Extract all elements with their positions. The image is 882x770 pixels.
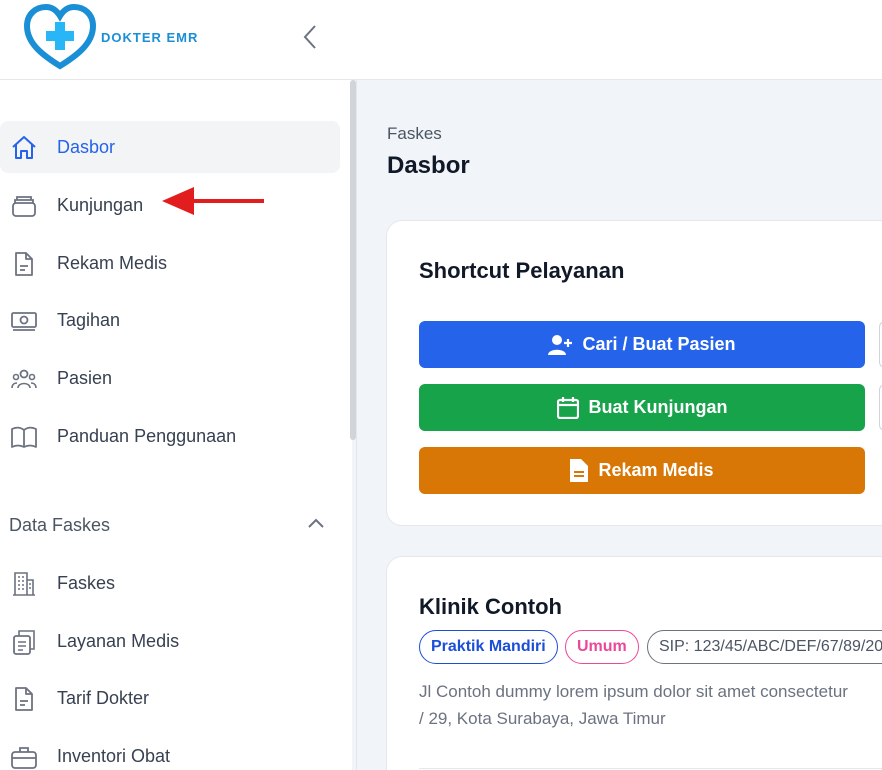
file-icon (570, 459, 589, 482)
page-title: Dasbor (387, 152, 470, 179)
top-bar: DOKTER EMR (0, 0, 882, 80)
clinic-name: Klinik Contoh (419, 594, 562, 619)
user-plus-icon (548, 334, 573, 355)
brand-name: DOKTER EMR (101, 30, 199, 45)
sidebar-item-label: Pasien (57, 367, 113, 388)
find-create-patient-button[interactable]: Cari / Buat Pasien (419, 321, 865, 368)
sidebar-item-label: Tarif Dokter (57, 687, 150, 708)
document-icon (10, 250, 38, 278)
arrow-annotation-icon (162, 187, 264, 215)
shortcut-title: Shortcut Pelayanan (419, 258, 625, 283)
sidebar-item-label: Layanan Medis (57, 630, 180, 651)
chevron-up-icon[interactable] (306, 514, 326, 534)
sidebar-item-label: Dasbor (57, 136, 116, 157)
sidebar-item-dasbor[interactable]: Dasbor (0, 121, 340, 173)
collapse-sidebar-button[interactable] (296, 22, 324, 52)
box-icon (10, 192, 38, 220)
sidebar-item-inventori-obat[interactable]: Inventori Obat (0, 730, 340, 770)
sidebar-item-tagihan[interactable]: Tagihan (0, 294, 340, 346)
sidebar-item-tarif-dokter[interactable]: Tarif Dokter (0, 672, 340, 724)
sidebar-item-panduan[interactable]: Panduan Penggunaan (0, 410, 340, 462)
address-line: / 29, Kota Surabaya, Jawa Timur (419, 709, 666, 728)
sidebar-item-label: Rekam Medis (57, 252, 168, 273)
building-icon (10, 570, 38, 598)
button-label: Buat Kunjungan (588, 397, 728, 417)
book-icon (10, 423, 38, 451)
card-divider (419, 768, 882, 769)
logo-icon (24, 4, 96, 70)
document-icon (10, 685, 38, 713)
sidebar-item-label: Tagihan (57, 309, 121, 330)
chevron-left-icon (303, 25, 316, 49)
sidebar-item-label: Inventori Obat (57, 745, 171, 766)
sidebar-divider (356, 80, 357, 770)
sidebar-item-layanan-medis[interactable]: Layanan Medis (0, 615, 340, 667)
button-label: Rekam Medis (598, 460, 714, 480)
section-title-data-faskes: Data Faskes (9, 515, 111, 535)
briefcase-icon (10, 743, 38, 770)
badge-practice-type: Praktik Mandiri (419, 630, 558, 664)
sidebar-item-rekam-medis[interactable]: Rekam Medis (0, 237, 340, 289)
home-icon (10, 134, 38, 162)
address-line: Jl Contoh dummy lorem ipsum dolor sit am… (419, 682, 848, 701)
create-visit-button[interactable]: Buat Kunjungan (419, 384, 865, 431)
breadcrumb: Faskes (387, 124, 442, 143)
calendar-icon (556, 396, 579, 419)
medical-record-button[interactable]: Rekam Medis (419, 447, 865, 494)
sidebar-item-pasien[interactable]: Pasien (0, 352, 340, 404)
clipboard-icon (10, 628, 38, 656)
sidebar-item-label: Faskes (57, 572, 116, 593)
sidebar-item-label: Panduan Penggunaan (57, 425, 237, 446)
clinic-address: Jl Contoh dummy lorem ipsum dolor sit am… (419, 678, 882, 732)
badge-category: Umum (565, 630, 639, 664)
users-icon (10, 365, 38, 393)
badge-sip: SIP: 123/45/ABC/DEF/67/89/2023 (647, 630, 882, 664)
sidebar-item-faskes[interactable]: Faskes (0, 557, 340, 609)
button-label: Cari / Buat Pasien (582, 334, 736, 354)
money-icon (10, 307, 38, 335)
sidebar-item-label: Kunjungan (57, 194, 144, 215)
